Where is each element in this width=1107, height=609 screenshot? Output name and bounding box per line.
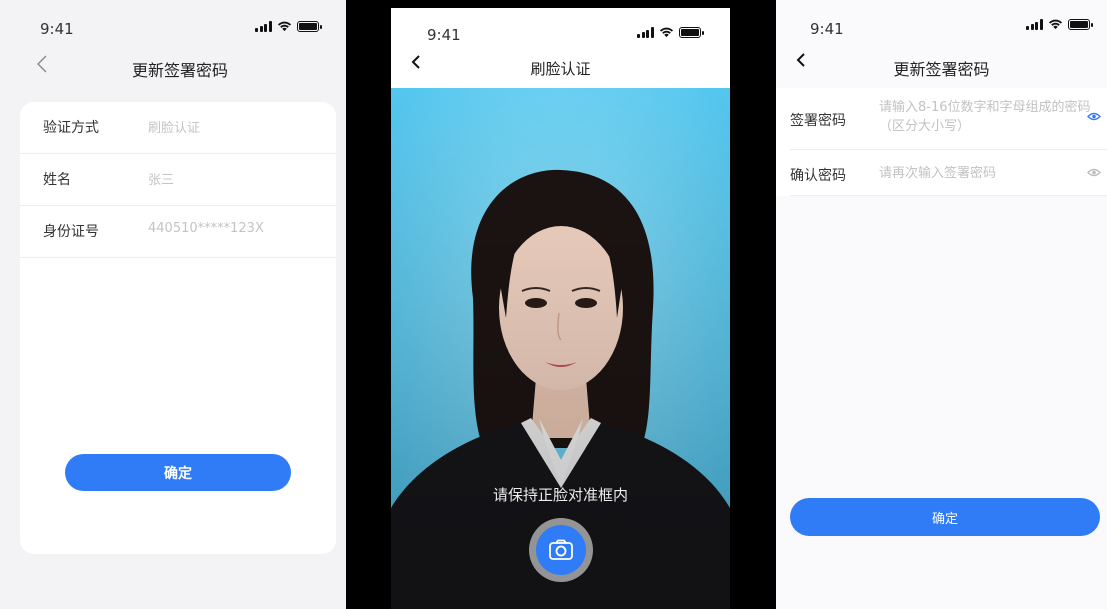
- confirm-button[interactable]: 确定: [790, 498, 1100, 536]
- page-title: 更新签署密码: [131, 61, 228, 80]
- nav-bar: 刷脸认证: [391, 52, 730, 88]
- status-bar: 9:41: [0, 0, 346, 40]
- status-bar: 9:41: [391, 8, 730, 48]
- battery-icon: [1067, 19, 1093, 30]
- confirm-password-input[interactable]: [879, 162, 1099, 184]
- status-time: 9:41: [810, 20, 844, 38]
- field-value: 刷脸认证: [148, 121, 201, 136]
- status-bar: 9:41: [776, 0, 1107, 40]
- screen-face-auth: 9:41 刷脸认证 请保持正脸对准框内: [391, 0, 730, 609]
- signal-icon: [1026, 19, 1043, 30]
- row-name: 姓名 张三: [20, 154, 336, 206]
- sign-password-input[interactable]: [879, 98, 1099, 140]
- field-label: 确认密码: [790, 168, 846, 184]
- nav-bar: 更新签署密码: [776, 52, 1107, 88]
- nav-bar: 更新签署密码: [0, 52, 346, 88]
- chevron-left-icon: [37, 55, 47, 73]
- page-title: 刷脸认证: [530, 60, 591, 78]
- field-label: 姓名: [43, 172, 71, 188]
- field-value: 440510*****123X: [148, 221, 264, 236]
- status-time: 9:41: [40, 20, 74, 38]
- header: 9:41 刷脸认证: [391, 8, 730, 88]
- eye-icon[interactable]: [1087, 112, 1101, 121]
- signal-icon: [255, 21, 272, 32]
- screen-update-password-verify: 9:41 更新签署密码 验证方式 刷脸认证 姓名 张三 身份证号 440510*…: [0, 0, 346, 609]
- row-verify-method: 验证方式 刷脸认证: [20, 102, 336, 154]
- verify-info-card: 验证方式 刷脸认证 姓名 张三 身份证号 440510*****123X 确定: [20, 102, 336, 554]
- signal-icon: [637, 27, 654, 38]
- back-button[interactable]: [36, 52, 48, 80]
- field-value: 张三: [148, 173, 175, 188]
- row-id-number: 身份证号 440510*****123X: [20, 206, 336, 258]
- battery-icon: [678, 27, 704, 38]
- wifi-icon: [1048, 19, 1062, 30]
- eye-icon[interactable]: [1087, 168, 1101, 177]
- screen-update-password-set: 9:41 更新签署密码 签署密码 确认密码: [776, 0, 1107, 609]
- wifi-icon: [659, 27, 673, 38]
- wifi-icon: [277, 21, 291, 32]
- confirm-button[interactable]: 确定: [65, 454, 291, 491]
- field-label: 签署密码: [790, 113, 846, 129]
- capture-button[interactable]: [529, 518, 593, 582]
- page-title: 更新签署密码: [893, 60, 990, 79]
- row-sign-password: 签署密码: [790, 88, 1107, 150]
- password-form: 签署密码 确认密码: [776, 88, 1107, 196]
- status-time: 9:41: [427, 26, 461, 44]
- field-label: 验证方式: [43, 120, 99, 136]
- field-label: 身份证号: [43, 224, 99, 240]
- row-confirm-password: 确认密码: [790, 150, 1107, 196]
- face-align-hint: 请保持正脸对准框内: [492, 486, 628, 504]
- camera-icon: [549, 539, 573, 560]
- camera-preview: 请保持正脸对准框内: [391, 88, 730, 609]
- battery-icon: [296, 21, 322, 32]
